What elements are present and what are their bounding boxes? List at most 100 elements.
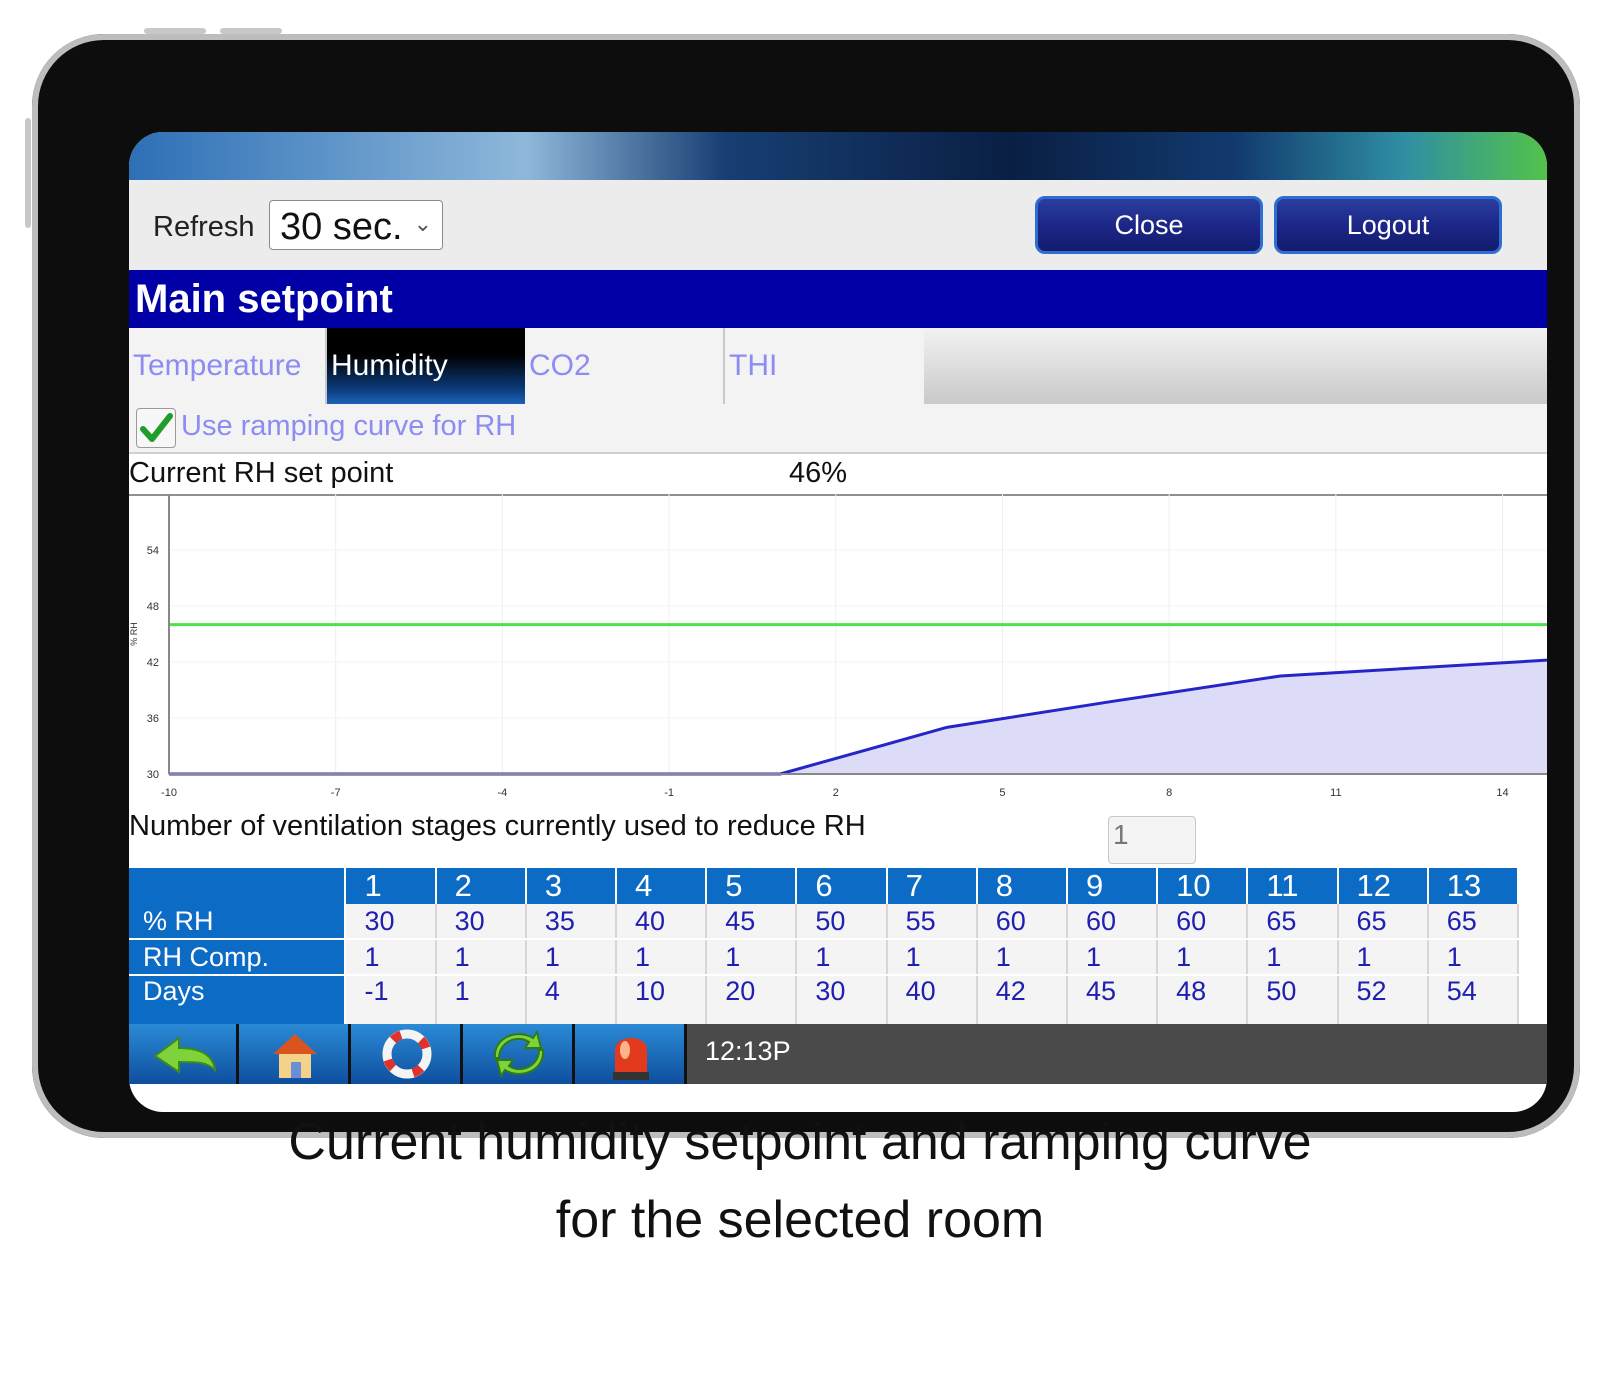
table-cell[interactable]: 45 bbox=[706, 904, 798, 940]
table-cell[interactable]: 50 bbox=[796, 904, 888, 940]
table-row: RH Comp. 1 1 1 1 1 1 1 1 1 1 1 1 1 bbox=[129, 939, 1520, 976]
chart-point bbox=[946, 726, 948, 728]
table-column-header: 13 bbox=[1427, 868, 1520, 904]
chart-area-fill bbox=[169, 660, 1547, 774]
table-cell[interactable]: 65 bbox=[1337, 904, 1429, 940]
caption-line-1: Current humidity setpoint and ramping cu… bbox=[288, 1113, 1312, 1171]
table-cell[interactable]: 40 bbox=[616, 904, 708, 940]
table-cell[interactable]: 54 bbox=[1427, 975, 1520, 1028]
alarm-button[interactable] bbox=[575, 1024, 687, 1084]
chart-x-tick-label: 8 bbox=[1166, 787, 1172, 799]
tab-humidity[interactable]: Humidity bbox=[327, 328, 525, 404]
table-column-header: 3 bbox=[525, 868, 618, 904]
table-cell[interactable]: 1 bbox=[1247, 939, 1339, 976]
chart-y-tick-label: 42 bbox=[147, 657, 159, 669]
table-cell[interactable]: 48 bbox=[1157, 975, 1249, 1028]
stages-label: Number of ventilation stages currently u… bbox=[129, 810, 866, 842]
chart-x-tick-label: -7 bbox=[331, 787, 341, 799]
table-cell[interactable]: 1 bbox=[886, 939, 978, 976]
tab-temperature[interactable]: Temperature bbox=[129, 328, 327, 404]
table-cell[interactable]: 50 bbox=[1247, 975, 1339, 1028]
table-cell[interactable]: 52 bbox=[1337, 975, 1429, 1028]
table-cell[interactable]: 1 bbox=[1066, 939, 1159, 976]
table-column-header: 12 bbox=[1337, 868, 1429, 904]
close-button[interactable]: Close bbox=[1035, 196, 1263, 254]
chart-x-tick-label: -4 bbox=[497, 787, 507, 799]
chart-x-tick-label: 2 bbox=[833, 787, 839, 799]
page-title: Main setpoint bbox=[135, 277, 393, 321]
chart-x-tick-label: -1 bbox=[664, 787, 674, 799]
table-cell[interactable]: 42 bbox=[976, 975, 1068, 1028]
table-cell[interactable]: 1 bbox=[1157, 939, 1249, 976]
chart-y-axis-label: % RH bbox=[129, 622, 139, 646]
chart-point bbox=[1113, 700, 1115, 702]
ramping-checkbox[interactable] bbox=[136, 408, 176, 448]
table-cell[interactable]: 30 bbox=[435, 904, 527, 940]
tablet-frame: Refresh 30 sec. ⌄ Close Logout Main setp… bbox=[32, 34, 1580, 1138]
chart-x-tick-label: -10 bbox=[161, 787, 177, 799]
table-row-label: Days bbox=[129, 975, 347, 1028]
table-cell[interactable]: 1 bbox=[1427, 939, 1520, 976]
refresh-button[interactable] bbox=[463, 1024, 575, 1084]
table-column-header: 4 bbox=[616, 868, 708, 904]
refresh-label: Refresh bbox=[153, 211, 255, 243]
table-corner-cell bbox=[129, 868, 347, 904]
table-cell[interactable]: 1 bbox=[796, 939, 888, 976]
chart-y-tick-label: 36 bbox=[147, 713, 159, 725]
table-cell[interactable]: 1 bbox=[616, 939, 708, 976]
table-cell[interactable]: 35 bbox=[525, 904, 618, 940]
back-arrow-icon bbox=[153, 1036, 217, 1074]
table-row: % RH 30 30 35 40 45 50 55 60 60 60 65 65 65 bbox=[129, 904, 1520, 940]
table-cell[interactable]: 1 bbox=[435, 975, 527, 1028]
home-button[interactable] bbox=[239, 1024, 351, 1084]
table-cell[interactable]: 65 bbox=[1427, 904, 1520, 940]
table-cell[interactable]: 1 bbox=[976, 939, 1068, 976]
table-cell[interactable]: 60 bbox=[976, 904, 1068, 940]
table-cell[interactable]: 55 bbox=[886, 904, 978, 940]
tab-co2[interactable]: CO2 bbox=[525, 328, 725, 404]
table-column-header: 9 bbox=[1066, 868, 1159, 904]
table-cell[interactable]: 45 bbox=[1066, 975, 1159, 1028]
table-cell[interactable]: 65 bbox=[1247, 904, 1339, 940]
table-row-label: RH Comp. bbox=[129, 939, 347, 976]
ramping-label: Use ramping curve for RH bbox=[181, 410, 517, 442]
table-cell[interactable]: -1 bbox=[345, 975, 437, 1028]
table-cell[interactable]: 1 bbox=[1337, 939, 1429, 976]
logout-button[interactable]: Logout bbox=[1274, 196, 1502, 254]
chart-y-tick-label: 48 bbox=[147, 601, 159, 613]
refresh-select[interactable]: 30 sec. ⌄ bbox=[269, 200, 443, 250]
table-cell[interactable]: 40 bbox=[886, 975, 978, 1028]
table-cell[interactable]: 4 bbox=[525, 975, 618, 1028]
table-cell[interactable]: 10 bbox=[616, 975, 708, 1028]
table-header-row: 1 2 3 4 5 6 7 8 9 10 11 12 13 bbox=[129, 868, 1520, 904]
chart-x-tick-label: 14 bbox=[1496, 787, 1508, 799]
table-row: Days -1 1 4 10 20 30 40 42 45 48 50 52 54 bbox=[129, 975, 1520, 1028]
tab-thi[interactable]: THI bbox=[725, 328, 924, 404]
table-cell[interactable]: 30 bbox=[345, 904, 437, 940]
table-cell[interactable]: 1 bbox=[525, 939, 618, 976]
table-column-header: 7 bbox=[886, 868, 978, 904]
table-column-header: 6 bbox=[796, 868, 888, 904]
stages-value-field[interactable]: 1 bbox=[1108, 816, 1196, 864]
toolbar: Refresh 30 sec. ⌄ Close Logout bbox=[129, 180, 1547, 270]
table-cell[interactable]: 60 bbox=[1157, 904, 1249, 940]
ramping-table: 1 2 3 4 5 6 7 8 9 10 11 12 13% RH 30 30 35 40 45 50 55 60 60 6… bbox=[129, 868, 1520, 1028]
table-cell[interactable]: 30 bbox=[796, 975, 888, 1028]
ramping-option: Use ramping curve for RH bbox=[129, 404, 1547, 454]
back-button[interactable] bbox=[129, 1024, 239, 1084]
current-rh-value: 46% bbox=[789, 457, 848, 489]
table-cell[interactable]: 1 bbox=[435, 939, 527, 976]
help-button[interactable] bbox=[351, 1024, 463, 1084]
recycle-icon bbox=[493, 1029, 545, 1079]
table-column-header: 2 bbox=[435, 868, 527, 904]
table-cell[interactable]: 1 bbox=[345, 939, 437, 976]
table-cell[interactable]: 20 bbox=[706, 975, 798, 1028]
table-cell[interactable]: 1 bbox=[706, 939, 798, 976]
stages-row: Number of ventilation stages currently u… bbox=[129, 808, 1547, 868]
bottom-nav: 12:13P bbox=[129, 1024, 1547, 1084]
table-cell[interactable]: 60 bbox=[1066, 904, 1159, 940]
device-side-button bbox=[25, 118, 31, 228]
alarm-light-icon bbox=[613, 1038, 649, 1080]
table-column-header: 10 bbox=[1157, 868, 1249, 904]
rh-ramping-chart: -10 -7 -4 -1 2 5 8 11 14 30 36 42 48 54 % RH bbox=[129, 494, 1547, 808]
